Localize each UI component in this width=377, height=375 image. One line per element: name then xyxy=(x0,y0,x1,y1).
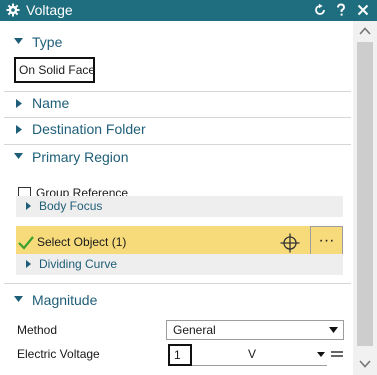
select-object-label: Select Object (1) xyxy=(37,235,127,249)
electric-voltage-input[interactable]: 1 xyxy=(168,344,192,366)
method-dropdown[interactable]: General xyxy=(166,320,344,340)
dialog-content: Type On Solid Face Name Destination Fold… xyxy=(4,30,351,375)
reset-icon[interactable] xyxy=(313,3,327,17)
voltage-unit-dropdown[interactable]: V xyxy=(192,344,327,366)
electric-voltage-label: Electric Voltage xyxy=(17,347,100,361)
close-icon[interactable] xyxy=(356,3,370,17)
expand-arrow-icon xyxy=(16,125,22,134)
checkmark-icon xyxy=(18,236,34,250)
type-selector[interactable]: On Solid Face xyxy=(14,57,95,83)
body-focus-label: Body Focus xyxy=(39,199,103,213)
scroll-up-icon[interactable] xyxy=(359,27,371,35)
section-divider xyxy=(4,144,351,145)
section-primary-region-header[interactable]: Primary Region xyxy=(4,147,351,167)
chevron-down-icon xyxy=(329,327,338,333)
section-magnitude-header[interactable]: Magnitude xyxy=(4,290,351,310)
dividing-curve-label: Dividing Curve xyxy=(39,257,118,271)
section-primary-region-label: Primary Region xyxy=(32,149,129,165)
dialog-panel: Type On Solid Face Name Destination Fold… xyxy=(0,21,377,375)
section-type-header[interactable]: Type xyxy=(4,33,351,51)
crosshair-icon[interactable] xyxy=(280,233,300,253)
method-label: Method xyxy=(17,323,58,337)
dividing-curve-row[interactable]: Dividing Curve xyxy=(16,254,343,275)
gear-icon[interactable] xyxy=(6,3,20,17)
section-name-header[interactable]: Name xyxy=(4,93,351,113)
title-bar: Voltage xyxy=(0,0,377,21)
section-magnitude-label: Magnitude xyxy=(32,292,98,308)
section-destination-folder-label: Destination Folder xyxy=(32,121,146,137)
expand-arrow-icon xyxy=(26,260,31,268)
section-divider xyxy=(4,283,351,284)
expand-arrow-icon xyxy=(26,202,31,210)
voltage-unit-value: V xyxy=(248,347,257,361)
collapse-arrow-icon xyxy=(14,296,23,302)
scroll-down-icon[interactable] xyxy=(359,360,371,368)
section-divider xyxy=(4,91,351,92)
help-icon[interactable] xyxy=(334,3,348,17)
formula-options-icon[interactable] xyxy=(330,346,344,362)
vertical-scrollbar[interactable] xyxy=(353,21,377,375)
body-focus-row[interactable]: Body Focus xyxy=(16,196,343,217)
expand-arrow-icon xyxy=(16,99,22,108)
section-name-label: Name xyxy=(32,95,70,111)
scroll-thumb[interactable] xyxy=(357,42,373,346)
section-type-label: Type xyxy=(32,34,63,50)
window-title: Voltage xyxy=(26,2,73,18)
more-options-label: ··· xyxy=(318,232,335,249)
chevron-down-icon xyxy=(317,352,325,357)
collapse-arrow-icon xyxy=(14,153,23,159)
section-divider xyxy=(4,117,351,118)
collapse-arrow-icon xyxy=(14,38,23,44)
section-destination-folder-header[interactable]: Destination Folder xyxy=(4,119,351,139)
method-value: General xyxy=(173,323,216,337)
